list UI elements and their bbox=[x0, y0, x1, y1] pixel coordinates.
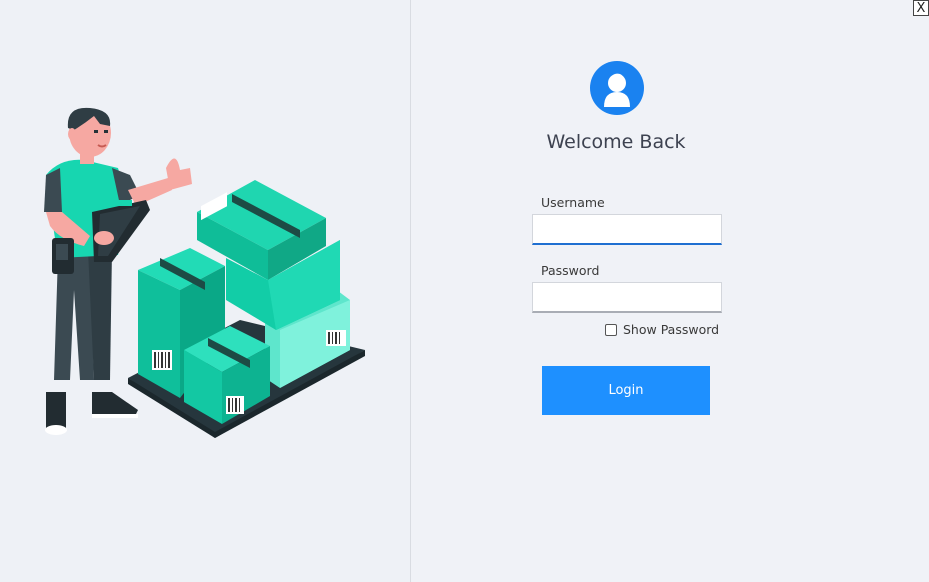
username-input[interactable] bbox=[532, 214, 722, 245]
show-password-checkbox[interactable] bbox=[605, 323, 617, 336]
password-input[interactable] bbox=[532, 282, 722, 313]
username-label: Username bbox=[541, 195, 605, 210]
close-button[interactable]: X bbox=[913, 0, 929, 16]
page-title: Welcome Back bbox=[546, 131, 686, 153]
warehouse-worker-illustration bbox=[44, 107, 365, 438]
show-password-label: Show Password bbox=[623, 322, 720, 337]
user-avatar-icon bbox=[590, 61, 644, 115]
left-panel bbox=[0, 0, 410, 582]
login-button[interactable]: Login bbox=[542, 366, 710, 415]
show-password-toggle[interactable]: Show Password bbox=[605, 322, 719, 337]
password-label: Password bbox=[541, 263, 600, 278]
